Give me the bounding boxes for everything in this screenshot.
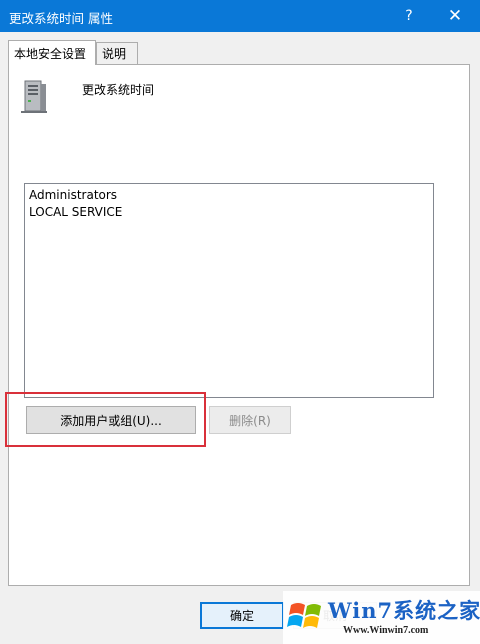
window-title: 更改系统时间 属性: [9, 11, 113, 26]
policy-name: 更改系统时间: [82, 83, 155, 97]
help-button[interactable]: ?: [386, 0, 432, 32]
watermark-url: Www.Winwin7.com: [343, 625, 429, 636]
list-item[interactable]: Administrators: [29, 187, 117, 203]
tab-explain[interactable]: 说明: [96, 42, 138, 64]
tab-label: 说明: [102, 47, 127, 61]
watermark-brand: Win7系统之家: [328, 598, 480, 623]
highlight-box: [5, 392, 206, 447]
tab-local-security-setting[interactable]: 本地安全设置: [8, 40, 96, 65]
title-bar: 更改系统时间 属性 ? ✕: [0, 0, 480, 32]
list-item[interactable]: LOCAL SERVICE: [29, 204, 122, 220]
close-button[interactable]: ✕: [432, 0, 478, 32]
ok-button[interactable]: 确定: [200, 602, 284, 629]
server-icon: [21, 80, 47, 113]
members-list[interactable]: Administrators LOCAL SERVICE: [24, 183, 434, 398]
watermark: Win7系统之家 Www.Winwin7.com: [283, 591, 480, 644]
windows-logo-icon: [287, 603, 321, 628]
tab-label: 本地安全设置: [14, 46, 87, 61]
remove-button: 删除(R): [209, 406, 291, 434]
